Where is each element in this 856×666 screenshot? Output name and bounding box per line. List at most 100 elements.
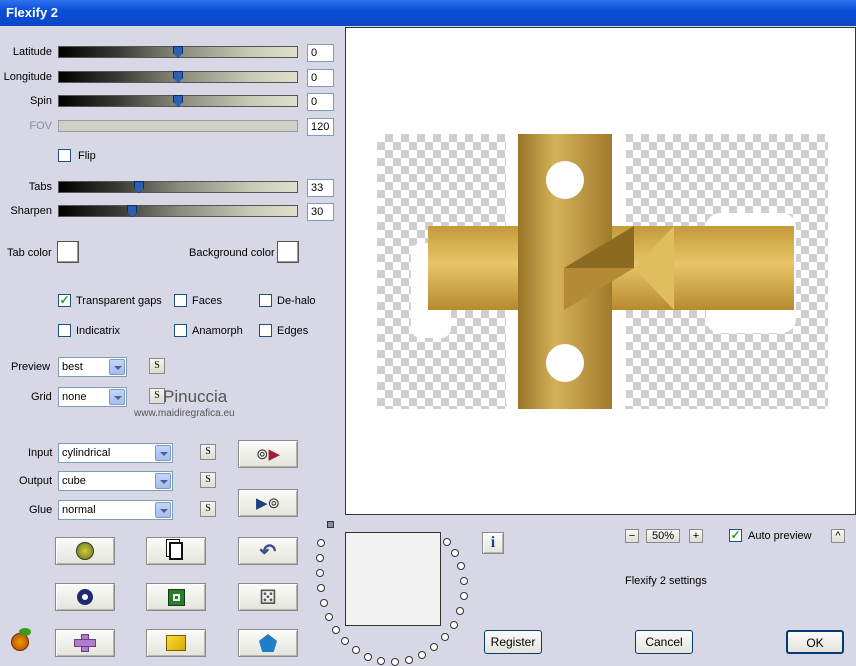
grid-label: Grid xyxy=(31,391,52,403)
orbit-dot[interactable] xyxy=(457,562,465,570)
transparent-gaps-checkbox[interactable]: ✓ xyxy=(58,294,71,307)
glue-select[interactable]: normal xyxy=(58,500,173,520)
settings-name: Flexify 2 settings xyxy=(625,575,707,587)
input-select-value: cylindrical xyxy=(62,447,111,459)
input-select[interactable]: cylindrical xyxy=(58,443,173,463)
cancel-button[interactable]: Cancel xyxy=(635,630,693,654)
pentagon-button[interactable] xyxy=(238,629,298,657)
longitude-slider[interactable] xyxy=(58,71,298,83)
orbit-dot[interactable] xyxy=(341,637,349,645)
ok-button[interactable]: OK xyxy=(786,630,844,654)
orbit-dot[interactable] xyxy=(364,653,372,661)
chevron-down-icon[interactable] xyxy=(109,389,125,405)
orbit-dot[interactable] xyxy=(332,626,340,634)
preview-select[interactable]: best xyxy=(58,357,127,377)
corner-handle[interactable] xyxy=(327,521,334,528)
zoom-in-button[interactable]: + xyxy=(689,529,703,543)
cross-button[interactable] xyxy=(55,629,115,657)
latitude-thumb[interactable] xyxy=(173,46,183,58)
zoom-out-button[interactable]: − xyxy=(625,529,639,543)
navigator-thumbnail[interactable] xyxy=(345,532,441,626)
undo-icon: ↶ xyxy=(259,540,277,563)
tab-color-swatch[interactable] xyxy=(57,241,79,263)
longitude-label: Longitude xyxy=(3,71,52,83)
longitude-thumb[interactable] xyxy=(173,71,183,83)
grid-select[interactable]: none xyxy=(58,387,127,407)
chevron-down-icon[interactable] xyxy=(155,473,171,489)
anamorph-label: Anamorph xyxy=(192,325,243,337)
faces-label: Faces xyxy=(192,295,222,307)
undo-button[interactable]: ↶ xyxy=(238,537,298,565)
preview-s-button[interactable]: S xyxy=(149,358,165,374)
fov-input: 120 xyxy=(307,118,334,136)
window-title: Flexify 2 xyxy=(6,5,59,20)
glue-select-value: normal xyxy=(62,504,96,516)
title-bar: Flexify 2 xyxy=(0,0,856,26)
de-halo-label: De-halo xyxy=(277,295,316,307)
orbit-dot[interactable] xyxy=(430,643,438,651)
indicatrix-checkbox[interactable] xyxy=(58,324,71,337)
orbit-dot[interactable] xyxy=(377,657,385,665)
chevron-down-icon[interactable] xyxy=(155,445,171,461)
background-color-swatch[interactable] xyxy=(277,241,299,263)
spin-label: Spin xyxy=(29,95,52,107)
orbit-dot[interactable] xyxy=(320,599,328,607)
chevron-down-icon[interactable] xyxy=(109,359,125,375)
orbit-dot[interactable] xyxy=(316,554,324,562)
dice-button[interactable]: ⚄ xyxy=(238,583,298,611)
anamorph-checkbox[interactable] xyxy=(174,324,187,337)
preview-select-value: best xyxy=(62,361,83,373)
import-button[interactable]: ⊚▶ xyxy=(238,440,298,468)
circle-button[interactable] xyxy=(55,583,115,611)
faces-checkbox[interactable] xyxy=(174,294,187,307)
square-button[interactable] xyxy=(146,583,206,611)
orbit-dot[interactable] xyxy=(450,621,458,629)
register-button[interactable]: Register xyxy=(484,630,542,654)
square-icon xyxy=(167,588,185,606)
orbit-dot[interactable] xyxy=(451,549,459,557)
gold-facet-bottom xyxy=(564,268,634,310)
output-select[interactable]: cube xyxy=(58,471,173,491)
orbit-dot[interactable] xyxy=(456,607,464,615)
sharpen-slider[interactable] xyxy=(58,205,298,217)
latitude-slider[interactable] xyxy=(58,46,298,58)
edges-checkbox[interactable] xyxy=(259,324,272,337)
orbit-dot[interactable] xyxy=(317,539,325,547)
orbit-dot[interactable] xyxy=(405,656,413,664)
auto-preview-label: Auto preview xyxy=(748,530,812,542)
orbit-dot[interactable] xyxy=(443,538,451,546)
orbit-dot[interactable] xyxy=(352,646,360,654)
tabs-input[interactable]: 33 xyxy=(307,179,334,197)
chevron-down-icon[interactable] xyxy=(155,502,171,518)
orbit-dot[interactable] xyxy=(418,651,426,659)
random-filter-button[interactable] xyxy=(55,537,115,565)
cube-button[interactable] xyxy=(146,629,206,657)
spin-thumb[interactable] xyxy=(173,95,183,107)
orbit-dot[interactable] xyxy=(325,613,333,621)
longitude-input[interactable]: 0 xyxy=(307,69,334,87)
tabs-slider[interactable] xyxy=(58,181,298,193)
latitude-input[interactable]: 0 xyxy=(307,44,334,62)
glue-s-button[interactable]: S xyxy=(200,501,216,517)
sharpen-input[interactable]: 30 xyxy=(307,203,334,221)
orbit-dot[interactable] xyxy=(460,577,468,585)
export-button[interactable]: ▶⊚ xyxy=(238,489,298,517)
de-halo-checkbox[interactable] xyxy=(259,294,272,307)
copy-button[interactable] xyxy=(146,537,206,565)
watermark-name: Pinuccia xyxy=(163,387,228,406)
auto-preview-checkbox[interactable]: ✓ xyxy=(729,529,742,542)
output-s-button[interactable]: S xyxy=(200,472,216,488)
input-s-button[interactable]: S xyxy=(200,444,216,460)
tabs-thumb[interactable] xyxy=(134,181,144,193)
flip-checkbox[interactable] xyxy=(58,149,71,162)
orbit-dot[interactable] xyxy=(441,633,449,641)
orbit-dot[interactable] xyxy=(316,569,324,577)
info-button[interactable]: i xyxy=(482,532,504,554)
sharpen-thumb[interactable] xyxy=(127,205,137,217)
collapse-button[interactable]: ^ xyxy=(831,529,845,543)
orbit-dot[interactable] xyxy=(460,592,468,600)
spin-slider[interactable] xyxy=(58,95,298,107)
orbit-dot[interactable] xyxy=(317,584,325,592)
spin-input[interactable]: 0 xyxy=(307,93,334,111)
preview-canvas[interactable] xyxy=(345,27,856,515)
